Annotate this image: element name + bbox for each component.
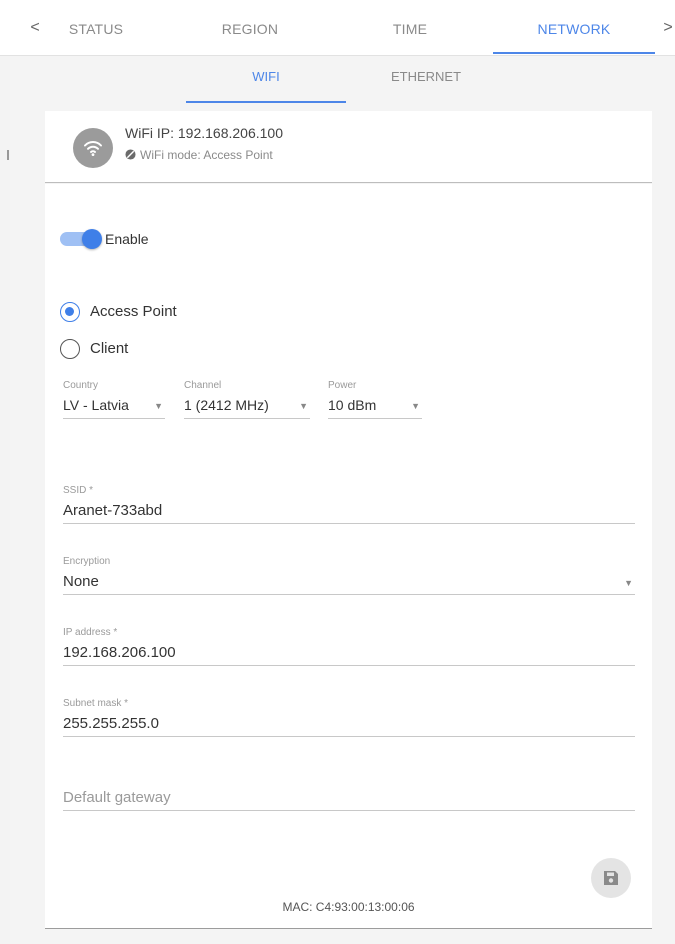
mode-label-client: Client [90, 340, 129, 357]
no-internet-icon [125, 149, 136, 160]
subtab-ethernet[interactable]: ETHERNET [346, 62, 506, 102]
power-label: Power [328, 380, 357, 391]
subnet-mask-field[interactable]: Subnet mask * 255.255.255.0 [63, 698, 635, 737]
wifi-mode-text: WiFi mode: Access Point [140, 148, 273, 162]
country-label: Country [63, 380, 99, 391]
power-select[interactable]: Power 10 dBm ▼ [328, 380, 422, 419]
ip-address-input[interactable]: 192.168.206.100 [63, 644, 635, 666]
encryption-select[interactable]: Encryption None ▼ [63, 556, 635, 595]
subnet-mask-label: Subnet mask * [63, 698, 129, 709]
ssid-input[interactable]: Aranet-733abd [63, 502, 635, 524]
encryption-value-box[interactable]: None ▼ [63, 573, 635, 595]
ssid-field[interactable]: SSID * Aranet-733abd [63, 485, 635, 524]
ip-address-field[interactable]: IP address * 192.168.206.100 [63, 627, 635, 666]
dropdown-arrow-icon: ▼ [299, 401, 308, 411]
dropdown-arrow-icon: ▼ [624, 578, 633, 588]
channel-value: 1 (2412 MHz) [184, 397, 269, 413]
wifi-settings-form: Enable Access Point Client Country LV - … [45, 184, 652, 929]
wifi-icon [73, 128, 113, 168]
dropdown-arrow-icon: ▼ [411, 401, 420, 411]
subtab-wifi[interactable]: WIFI [186, 62, 346, 103]
chevron-left-icon[interactable]: < [28, 19, 42, 37]
floppy-disk-icon [604, 871, 618, 885]
channel-value-box[interactable]: 1 (2412 MHz) ▼ [184, 397, 310, 419]
encryption-value: None [63, 573, 99, 590]
enable-toggle[interactable] [60, 229, 102, 249]
enable-label: Enable [105, 231, 149, 247]
subnet-mask-input[interactable]: 255.255.255.0 [63, 715, 635, 737]
channel-label: Channel [184, 380, 222, 391]
rail-marker [7, 150, 9, 160]
tab-network[interactable]: NETWORK [493, 0, 655, 56]
save-button[interactable] [591, 858, 631, 898]
channel-select[interactable]: Channel 1 (2412 MHz) ▼ [184, 380, 310, 419]
toggle-knob [82, 229, 102, 249]
default-gateway-input[interactable]: Default gateway [63, 789, 635, 811]
country-value-box[interactable]: LV - Latvia ▼ [63, 397, 165, 419]
wifi-ip-text: WiFi IP: 192.168.206.100 [125, 125, 283, 141]
mode-radio-access-point[interactable] [60, 302, 80, 322]
power-value-box[interactable]: 10 dBm ▼ [328, 397, 422, 419]
country-value: LV - Latvia [63, 397, 129, 413]
wifi-mode-line: WiFi mode: Access Point [125, 148, 273, 162]
tab-status[interactable]: STATUS [48, 0, 144, 56]
dropdown-arrow-icon: ▼ [154, 401, 163, 411]
ip-address-label: IP address * [63, 627, 118, 638]
chevron-right-icon[interactable]: > [661, 19, 675, 37]
mode-label-access-point: Access Point [90, 303, 177, 320]
ssid-label: SSID * [63, 485, 94, 496]
left-rail [0, 56, 10, 944]
tab-region[interactable]: REGION [200, 0, 300, 56]
country-select[interactable]: Country LV - Latvia ▼ [63, 380, 165, 419]
default-gateway-field[interactable]: Default gateway [63, 789, 635, 811]
mac-address: MAC: C4:93:00:13:00:06 [282, 900, 415, 914]
mode-radio-client[interactable] [60, 339, 80, 359]
wifi-status-card: WiFi IP: 192.168.206.100 WiFi mode: Acce… [45, 111, 652, 183]
encryption-label: Encryption [63, 556, 111, 567]
tab-time[interactable]: TIME [360, 0, 460, 56]
power-value: 10 dBm [328, 397, 377, 413]
top-nav: < STATUS REGION TIME NETWORK > [0, 0, 675, 56]
